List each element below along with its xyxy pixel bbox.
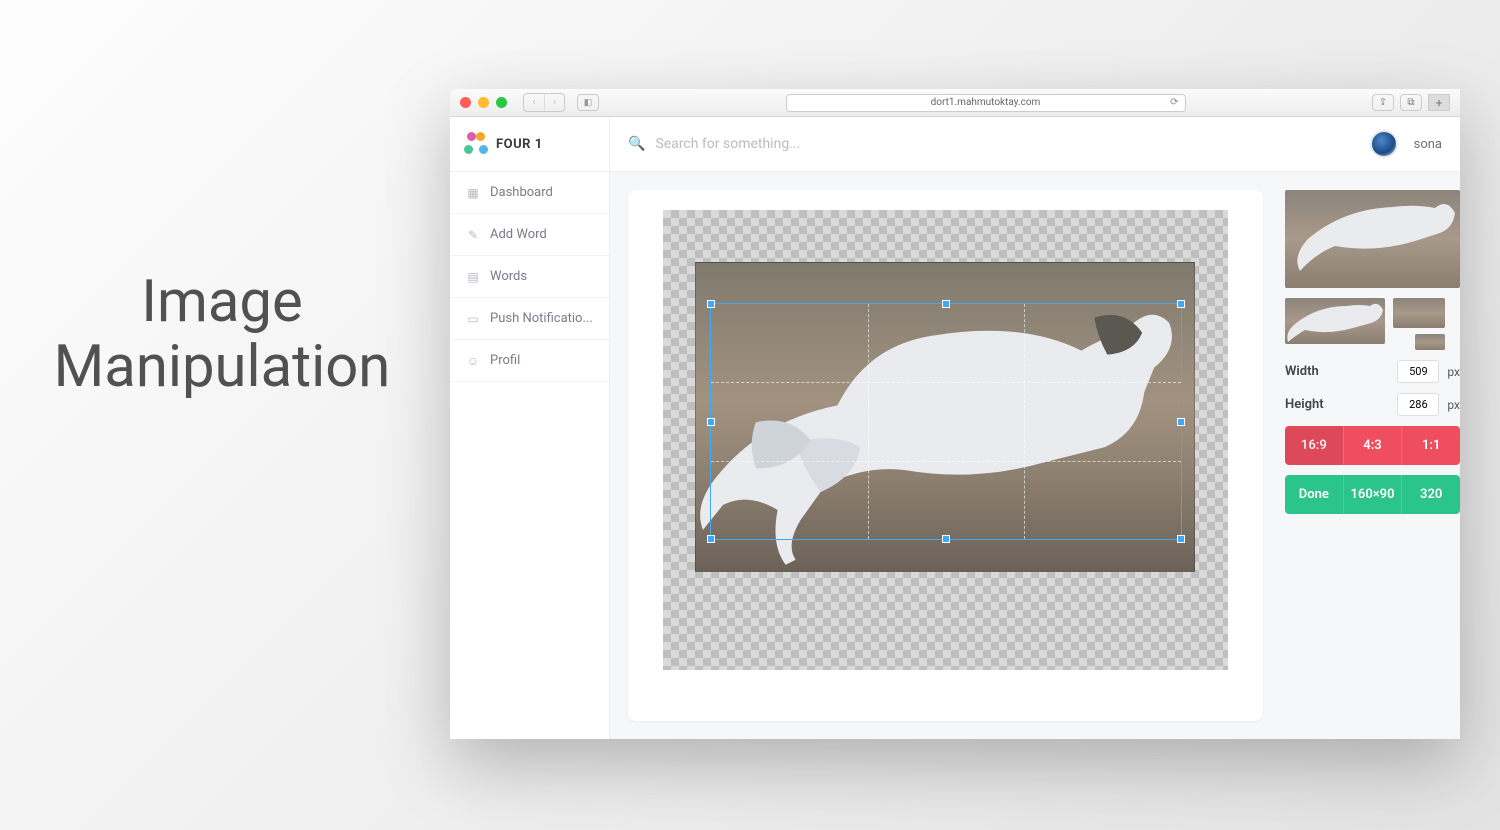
browser-chrome: ‹ › ◧ dort1.mahmutoktay.com ⟳ ⇪ ⧉ + xyxy=(450,89,1460,117)
crop-handle-tr[interactable] xyxy=(1177,300,1185,308)
crop-handle-bc[interactable] xyxy=(942,535,950,543)
sidebar-item-label: Words xyxy=(490,269,527,284)
crop-grid-line xyxy=(711,461,1181,462)
address-bar[interactable]: dort1.mahmutoktay.com ⟳ xyxy=(786,94,1186,112)
width-unit: px xyxy=(1447,365,1460,379)
sidebar-item-label: Profil xyxy=(490,353,520,368)
search-input[interactable] xyxy=(655,136,1359,152)
avatar[interactable] xyxy=(1370,130,1398,158)
crop-grid-line xyxy=(868,304,869,539)
back-button[interactable]: ‹ xyxy=(524,94,544,111)
window-controls xyxy=(460,97,507,108)
brand-logo-icon xyxy=(464,132,488,156)
tabs-icon[interactable]: ⧉ xyxy=(1400,94,1422,111)
sidebar-nav: ▦ Dashboard ✎ Add Word ▤ Words ▭ Push No… xyxy=(450,172,609,382)
main: 🔍 sona xyxy=(610,117,1460,739)
topbar: 🔍 sona xyxy=(610,117,1460,172)
sidebar-item-push-notifications[interactable]: ▭ Push Notificatio... xyxy=(450,298,609,340)
sidebar-item-label: Add Word xyxy=(490,227,547,242)
image-canvas[interactable] xyxy=(663,210,1228,670)
nav-buttons: ‹ › xyxy=(523,93,565,112)
preview-large[interactable] xyxy=(1285,190,1460,288)
size-160x90-button[interactable]: 160×90 xyxy=(1343,475,1402,514)
crop-grid-line xyxy=(711,382,1181,383)
content: Width px Height px 16:9 4:3 1:1 xyxy=(610,172,1460,739)
sidebar-item-dashboard[interactable]: ▦ Dashboard xyxy=(450,172,609,214)
bell-icon: ▭ xyxy=(466,312,480,326)
crop-handle-mr[interactable] xyxy=(1177,418,1185,426)
share-icon[interactable]: ⇪ xyxy=(1372,94,1394,111)
crop-handle-bl[interactable] xyxy=(707,535,715,543)
preview-stack xyxy=(1393,298,1445,350)
sidebar-item-profil[interactable]: ☺ Profil xyxy=(450,340,609,382)
editor-card xyxy=(628,190,1263,721)
sidebar-toggle-icon[interactable]: ◧ xyxy=(577,94,599,111)
chrome-right: ⇪ ⧉ + xyxy=(1372,94,1450,111)
width-row: Width px xyxy=(1285,360,1460,383)
slide-title: Image Manipulation xyxy=(12,270,432,400)
crop-selection[interactable] xyxy=(711,304,1181,539)
minimize-icon[interactable] xyxy=(478,97,489,108)
ratio-16-9-button[interactable]: 16:9 xyxy=(1285,426,1343,465)
forward-button[interactable]: › xyxy=(544,94,564,111)
preview-tiny[interactable] xyxy=(1415,334,1445,350)
crop-grid-line xyxy=(1024,304,1025,539)
crop-handle-br[interactable] xyxy=(1177,535,1185,543)
slide-title-line1: Image xyxy=(141,268,303,336)
height-input[interactable] xyxy=(1397,393,1439,416)
sidebar-item-label: Push Notificatio... xyxy=(490,311,593,326)
chat-icon: ▤ xyxy=(466,270,480,284)
ratio-1-1-button[interactable]: 1:1 xyxy=(1401,426,1460,465)
pencil-icon: ✎ xyxy=(466,228,480,242)
crop-handle-tl[interactable] xyxy=(707,300,715,308)
app-root: FOUR 1 ▦ Dashboard ✎ Add Word ▤ Words ▭ … xyxy=(450,117,1460,739)
sidebar-item-label: Dashboard xyxy=(490,185,553,200)
search-icon: 🔍 xyxy=(628,136,645,152)
preview-medium[interactable] xyxy=(1285,298,1385,344)
width-label: Width xyxy=(1285,364,1389,379)
size-320-button[interactable]: 320 xyxy=(1401,475,1460,514)
editor-panel: Width px Height px 16:9 4:3 1:1 xyxy=(1285,190,1460,721)
dashboard-icon: ▦ xyxy=(466,186,480,200)
users-icon: ☺ xyxy=(466,354,480,368)
slide-title-line2: Manipulation xyxy=(54,333,391,401)
brand[interactable]: FOUR 1 xyxy=(450,117,609,172)
preview-small[interactable] xyxy=(1393,298,1445,328)
sidebar-item-add-word[interactable]: ✎ Add Word xyxy=(450,214,609,256)
height-unit: px xyxy=(1447,398,1460,412)
address-bar-wrap: dort1.mahmutoktay.com ⟳ xyxy=(605,94,1366,112)
ratio-buttons: 16:9 4:3 1:1 xyxy=(1285,426,1460,465)
height-row: Height px xyxy=(1285,393,1460,416)
horse-preview-icon xyxy=(1285,298,1385,344)
crop-handle-ml[interactable] xyxy=(707,418,715,426)
width-input[interactable] xyxy=(1397,360,1439,383)
action-buttons: Done 160×90 320 xyxy=(1285,475,1460,514)
horse-preview-icon xyxy=(1285,190,1460,288)
ratio-4-3-button[interactable]: 4:3 xyxy=(1343,426,1402,465)
new-tab-button[interactable]: + xyxy=(1428,94,1450,111)
preview-row xyxy=(1285,298,1460,350)
username: sona xyxy=(1414,137,1442,152)
sidebar: FOUR 1 ▦ Dashboard ✎ Add Word ▤ Words ▭ … xyxy=(450,117,610,739)
maximize-icon[interactable] xyxy=(496,97,507,108)
close-icon[interactable] xyxy=(460,97,471,108)
address-url: dort1.mahmutoktay.com xyxy=(931,97,1041,108)
done-button[interactable]: Done xyxy=(1285,475,1343,514)
height-label: Height xyxy=(1285,397,1389,412)
brand-name: FOUR 1 xyxy=(496,137,543,152)
browser-window: ‹ › ◧ dort1.mahmutoktay.com ⟳ ⇪ ⧉ + FOUR… xyxy=(450,89,1460,739)
crop-handle-tc[interactable] xyxy=(942,300,950,308)
reload-icon[interactable]: ⟳ xyxy=(1170,97,1178,108)
sidebar-item-words[interactable]: ▤ Words xyxy=(450,256,609,298)
